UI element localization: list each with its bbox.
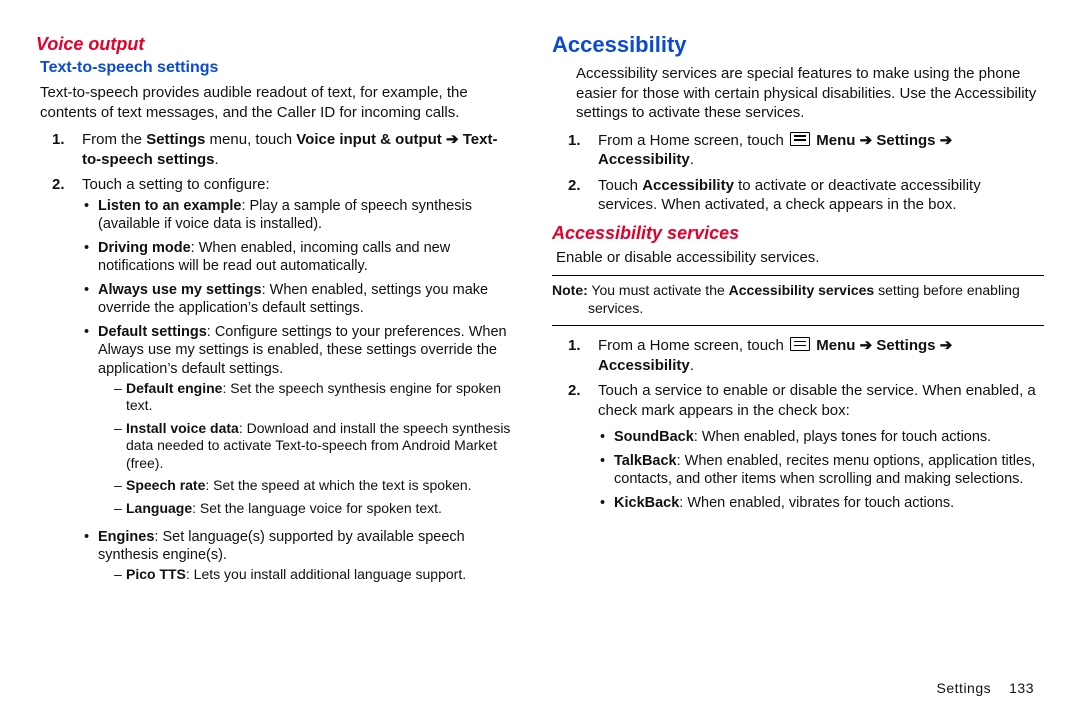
step-number: 2. [556,176,598,215]
bullet-icon: • [82,528,98,589]
step-1: 1. From the Settings menu, touch Voice i… [40,130,516,169]
dash-icon: – [114,420,126,473]
default-settings-sublist: –Default engine: Set the speech synthesi… [114,380,516,518]
list-item: –Install voice data: Download and instal… [114,420,516,473]
divider [552,275,1044,276]
list-item: –Default engine: Set the speech synthesi… [114,380,516,415]
tts-options-list: •Listen to an example: Play a sample of … [82,197,516,589]
accessibility-intro-paragraph: Accessibility services are special featu… [576,64,1044,123]
tts-steps-list: 1. From the Settings menu, touch Voice i… [40,130,516,595]
arrow-icon: ➔ [860,132,873,149]
divider [552,325,1044,326]
step-number: 1. [556,131,598,170]
list-item: •SoundBack: When enabled, plays tones fo… [598,428,1044,446]
step-2: 2. Touch a service to enable or disable … [556,381,1044,519]
bullet-icon: • [598,494,614,512]
services-list: •SoundBack: When enabled, plays tones fo… [598,428,1044,513]
services-intro-paragraph: Enable or disable accessibility services… [556,248,1044,268]
step-2: 2. Touch a setting to configure: •Listen… [40,175,516,595]
bullet-icon: • [598,452,614,488]
step-2: 2. Touch Accessibility to activate or de… [556,176,1044,215]
engines-sublist: –Pico TTS: Lets you install additional l… [114,566,516,584]
heading-accessibility: Accessibility [552,32,1044,58]
step-content: From a Home screen, touch Menu ➔ Setting… [598,336,1044,375]
page-footer: Settings 133 [937,680,1034,696]
step-number: 1. [556,336,598,375]
step-1: 1. From a Home screen, touch Menu ➔ Sett… [556,336,1044,375]
step-content: Touch Accessibility to activate or deact… [598,176,1044,215]
menu-icon [790,132,810,146]
list-item: •Driving mode: When enabled, incoming ca… [82,239,516,275]
step-1: 1. From a Home screen, touch Menu ➔ Sett… [556,131,1044,170]
dash-icon: – [114,566,126,584]
heading-tts-settings: Text-to-speech settings [40,59,516,77]
list-item: –Pico TTS: Lets you install additional l… [114,566,516,584]
arrow-icon: ➔ [940,132,953,149]
bullet-icon: • [82,323,98,522]
list-item: –Language: Set the language voice for sp… [114,500,516,518]
list-item: •Engines: Set language(s) supported by a… [82,528,516,589]
bullet-icon: • [82,197,98,233]
tts-intro-paragraph: Text-to-speech provides audible readout … [40,83,516,122]
accessibility-steps-list: 1. From a Home screen, touch Menu ➔ Sett… [556,131,1044,215]
bullet-icon: • [82,281,98,317]
dash-icon: – [114,477,126,495]
note-box: Note: You must activate the Accessibilit… [552,280,1044,319]
footer-page-number: 133 [1009,680,1034,696]
heading-accessibility-services: Accessibility services [552,223,1044,244]
list-item: •KickBack: When enabled, vibrates for to… [598,494,1044,512]
step-content: From the Settings menu, touch Voice inpu… [82,130,516,169]
arrow-icon: ➔ [940,337,953,354]
dash-icon: – [114,380,126,415]
left-column: Voice output Text-to-speech settings Tex… [36,30,540,710]
services-steps-list: 1. From a Home screen, touch Menu ➔ Sett… [556,336,1044,519]
menu-icon [790,337,810,351]
list-item: •Default settings: Configure settings to… [82,323,516,522]
list-item: •TalkBack: When enabled, recites menu op… [598,452,1044,488]
step-number: 2. [556,381,598,519]
arrow-icon: ➔ [860,337,873,354]
step-number: 2. [40,175,82,595]
arrow-icon: ➔ [446,131,459,148]
dash-icon: – [114,500,126,518]
step-content: From a Home screen, touch Menu ➔ Setting… [598,131,1044,170]
step-content: Touch a setting to configure: •Listen to… [82,175,516,595]
step-number: 1. [40,130,82,169]
footer-section: Settings [937,680,992,696]
list-item: •Always use my settings: When enabled, s… [82,281,516,317]
bullet-icon: • [598,428,614,446]
bullet-icon: • [82,239,98,275]
right-column: Accessibility Accessibility services are… [540,30,1044,710]
list-item: –Speech rate: Set the speed at which the… [114,477,516,495]
step-content: Touch a service to enable or disable the… [598,381,1044,519]
heading-voice-output: Voice output [36,34,516,55]
list-item: •Listen to an example: Play a sample of … [82,197,516,233]
